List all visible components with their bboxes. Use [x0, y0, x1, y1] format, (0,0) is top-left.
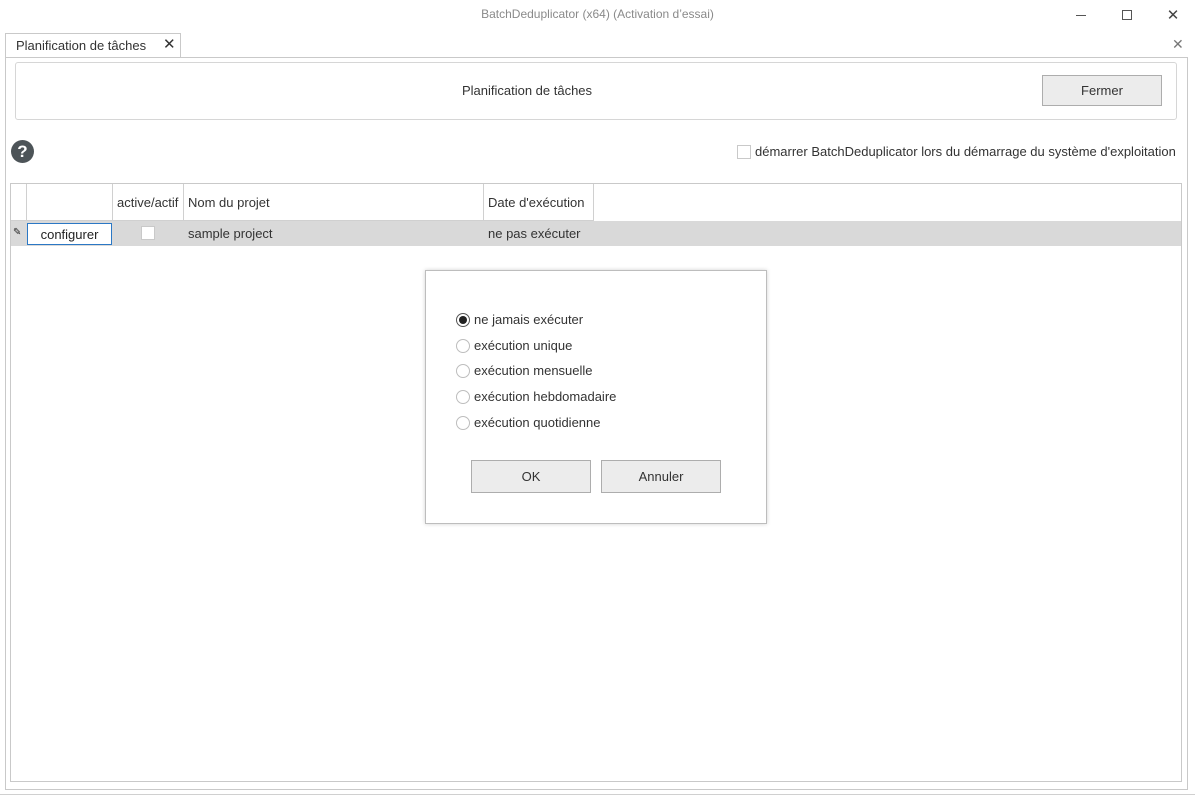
tabstrip-close-icon[interactable]: ✕ [1172, 36, 1184, 53]
radio-daily[interactable] [456, 415, 470, 430]
autostart-checkbox[interactable] [737, 144, 751, 159]
cancel-button[interactable]: Annuler [601, 460, 721, 493]
tab-close-icon[interactable]: ✕ [163, 35, 176, 53]
grid-header-date[interactable]: Date d'exécution [484, 184, 594, 221]
help-icon[interactable]: ? [11, 140, 34, 163]
radio-weekly[interactable] [456, 389, 470, 404]
edit-row-icon: ✎ [13, 227, 22, 238]
option-label: exécution unique [474, 338, 573, 353]
maximize-icon [1122, 10, 1132, 20]
option-label: ne jamais exécuter [474, 312, 584, 327]
radio-once[interactable] [456, 338, 470, 353]
radio-dot [459, 315, 467, 324]
option-monthly[interactable]: exécution mensuelle [456, 363, 593, 378]
tab-label: Planification de tâches [16, 38, 147, 53]
window-title: BatchDeduplicator (x64) (Activation d’es… [481, 7, 714, 21]
window-close-button[interactable]: ✕ [1150, 0, 1195, 30]
option-never[interactable]: ne jamais exécuter [456, 312, 583, 327]
bottom-divider [0, 794, 1195, 795]
header-panel: Planification de tâches Fermer [15, 62, 1177, 120]
close-icon: ✕ [1166, 7, 1180, 24]
configure-button[interactable]: configurer [27, 223, 112, 245]
minimize-button[interactable] [1058, 0, 1104, 30]
option-daily[interactable]: exécution quotidienne [456, 415, 601, 430]
grid-header-active[interactable]: active/actif [113, 184, 184, 221]
option-once[interactable]: exécution unique [456, 338, 572, 353]
schedule-dialog: ne jamais exécuter exécution unique exéc… [425, 270, 767, 524]
grid-header-marker [11, 184, 27, 221]
maximize-button[interactable] [1104, 0, 1150, 30]
project-name-cell[interactable]: sample project [184, 221, 484, 246]
active-checkbox[interactable] [141, 226, 155, 240]
option-weekly[interactable]: exécution hebdomadaire [456, 389, 616, 404]
radio-never[interactable] [456, 312, 470, 327]
grid-header-action [27, 184, 113, 221]
option-label: exécution mensuelle [474, 363, 593, 378]
radio-monthly[interactable] [456, 363, 470, 378]
minimize-icon [1076, 14, 1086, 16]
ok-button[interactable]: OK [471, 460, 591, 493]
grid-header-project[interactable]: Nom du projet [184, 184, 484, 221]
table-row[interactable]: ✎ configurer sample project ne pas exécu… [11, 221, 1181, 246]
option-label: exécution quotidienne [474, 415, 601, 430]
page-title: Planification de tâches [461, 83, 593, 98]
autostart-option[interactable]: démarrer BatchDeduplicator lors du démar… [737, 144, 1176, 159]
option-label: exécution hebdomadaire [474, 389, 617, 404]
autostart-label: démarrer BatchDeduplicator lors du démar… [755, 144, 1176, 159]
execution-date-cell[interactable]: ne pas exécuter [484, 221, 594, 246]
tab-planification[interactable]: Planification de tâches ✕ [5, 33, 181, 58]
close-page-button[interactable]: Fermer [1042, 75, 1162, 106]
title-bar: BatchDeduplicator (x64) (Activation d’es… [0, 0, 1195, 30]
app-window: BatchDeduplicator (x64) (Activation d’es… [0, 0, 1195, 797]
